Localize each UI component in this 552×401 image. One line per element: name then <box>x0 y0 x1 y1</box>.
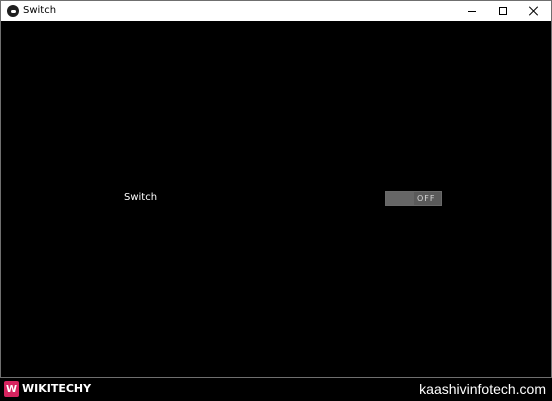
footer-banner: W WIKITECHY kaashivinfotech.com <box>0 378 552 401</box>
window-title: Switch <box>23 5 57 16</box>
maximize-button[interactable] <box>488 1 518 21</box>
content-area: Switch OFF <box>1 21 551 377</box>
footer-brand: WIKITECHY <box>22 382 92 395</box>
close-icon <box>529 6 539 16</box>
app-icon <box>7 5 19 17</box>
app-window: Switch Switch OFF <box>0 0 552 378</box>
switch-state-text: OFF <box>417 194 436 203</box>
title-bar[interactable]: Switch <box>1 1 551 21</box>
switch-thumb[interactable] <box>386 192 414 205</box>
switch-toggle[interactable]: OFF <box>385 191 442 206</box>
wikitechy-logo-icon: W <box>4 381 19 397</box>
switch-label: Switch <box>124 192 158 203</box>
close-button[interactable] <box>519 1 549 21</box>
footer-website: kaashivinfotech.com <box>419 381 546 397</box>
minimize-button[interactable] <box>457 1 487 21</box>
minimize-icon <box>468 10 476 12</box>
maximize-icon <box>499 7 507 15</box>
